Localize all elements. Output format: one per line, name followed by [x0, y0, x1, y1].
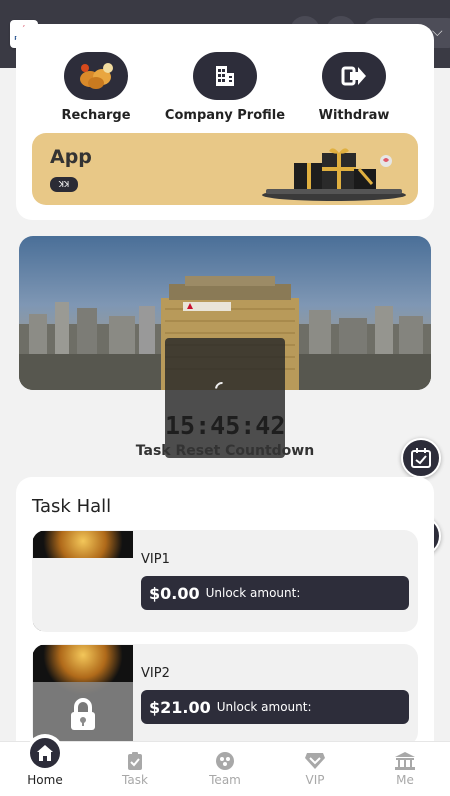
countdown-time: 15:45:42	[165, 411, 286, 440]
nav-vip-label: VIP	[305, 773, 325, 787]
home-active-bubble[interactable]	[26, 734, 64, 772]
unlock-amount-value: $0.00	[149, 583, 200, 603]
team-icon	[215, 751, 235, 771]
nav-home-label: Home	[27, 773, 63, 787]
vip2-thumbnail	[33, 645, 133, 745]
task-card-vip2[interactable]: VIP2 $21.00 Unlock amount:	[32, 644, 418, 746]
checkin-button[interactable]	[401, 438, 441, 478]
recharge-button[interactable]: Recharge	[26, 46, 166, 123]
me-bank-icon	[395, 751, 415, 771]
vip-diamond-icon	[305, 751, 325, 771]
unlock-amount-box: $21.00 Unlock amount:	[141, 690, 409, 724]
task-hall-title: Task Hall	[32, 496, 112, 517]
thumbnail-placeholder	[33, 558, 133, 631]
bottom-nav: Home Task Team VIP Me	[0, 741, 450, 796]
gift-boxes-illustration	[262, 148, 406, 201]
company-profile-button[interactable]: Company Profile	[155, 46, 295, 123]
nav-task-label: Task	[122, 773, 148, 787]
loading-spinner-icon	[212, 379, 232, 399]
home-icon	[30, 738, 60, 768]
company-profile-label: Company Profile	[164, 108, 286, 123]
task-card-vip1[interactable]: VIP1 $0.00 Unlock amount:	[32, 530, 418, 632]
app-download-banner[interactable]: App ꓘꓘ	[32, 133, 418, 205]
unlock-amount-value: $21.00	[149, 697, 211, 717]
nav-me[interactable]: Me	[360, 742, 450, 796]
checkin-calendar-icon	[411, 448, 431, 468]
unlock-amount-box: $0.00 Unlock amount:	[141, 576, 409, 610]
countdown-label: Task Reset Countdown	[135, 443, 315, 459]
task-hall: Task Hall VIP1 $0.00 Unlock amount: VIP2	[16, 477, 434, 747]
nav-task[interactable]: Task	[90, 742, 180, 796]
withdraw-icon	[322, 52, 386, 100]
nav-team-label: Team	[209, 773, 241, 787]
vip1-thumbnail	[33, 531, 133, 631]
recharge-label: Recharge	[61, 108, 131, 123]
nav-vip[interactable]: VIP	[270, 742, 360, 796]
company-building-icon	[193, 52, 257, 100]
app-banner-tag: ꓘꓘ	[50, 177, 78, 192]
task-clipboard-icon	[125, 751, 145, 771]
unlock-amount-label: Unlock amount:	[216, 700, 312, 714]
unlock-amount-label: Unlock amount:	[205, 586, 301, 600]
withdraw-button[interactable]: Withdraw	[284, 46, 424, 123]
countdown-overlay	[165, 338, 285, 458]
task-level: VIP2	[141, 666, 170, 681]
nav-me-label: Me	[396, 773, 414, 787]
withdraw-label: Withdraw	[318, 108, 390, 123]
recharge-icon	[64, 52, 128, 100]
lock-icon	[71, 697, 95, 730]
task-level: VIP1	[141, 552, 170, 567]
nav-team[interactable]: Team	[180, 742, 270, 796]
quick-actions-card: Recharge Company Profile Withdraw App ꓘꓘ	[16, 24, 434, 220]
app-banner-title: App	[50, 146, 92, 168]
